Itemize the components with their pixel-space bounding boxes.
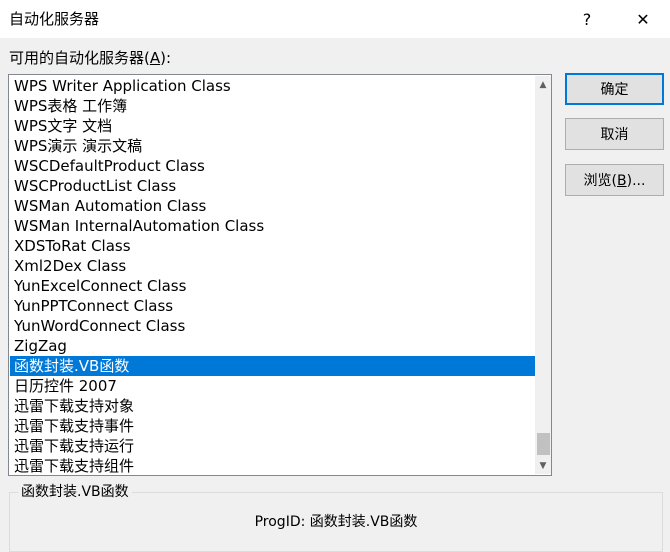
browse-label-prefix: 浏览( [583,173,618,189]
list-item[interactable]: WSMan InternalAutomation Class [10,216,535,236]
scrollbar-thumb[interactable] [537,433,550,455]
ok-button[interactable]: 确定 [565,73,664,105]
details-group: 函数封装.VB函数 ProgID: 函数封装.VB函数 [9,483,663,552]
title-bar: 自动化服务器 ? ✕ [0,0,670,38]
list-item[interactable]: WSCProductList Class [10,176,535,196]
close-icon: ✕ [636,9,650,29]
help-button[interactable]: ? [564,0,610,38]
list-item[interactable]: WPS文字 文档 [10,116,535,136]
list-item[interactable]: YunWordConnect Class [10,316,535,336]
scroll-up-button[interactable]: ▲ [535,76,551,93]
list-item[interactable]: WPS表格 工作簿 [10,96,535,116]
browse-button-label: 浏览(B)... [584,170,646,190]
list-item[interactable]: ZigZag [10,336,535,356]
list-item[interactable]: 迅雷下载支持事件 [10,416,535,436]
list-item[interactable]: 迅雷下载支持组件 [10,456,535,475]
details-group-title: 函数封装.VB函数 [18,483,132,501]
list-item[interactable]: Xml2Dex Class [10,256,535,276]
chevron-down-icon: ▼ [539,460,547,471]
list-item[interactable]: WSMan Automation Class [10,196,535,216]
servers-list-label: 可用的自动化服务器(A): [9,48,171,68]
list-item[interactable]: WPS Writer Application Class [10,76,535,96]
close-button[interactable]: ✕ [620,0,666,38]
list-item[interactable]: 迅雷下载支持运行 [10,436,535,456]
browse-button[interactable]: 浏览(B)... [565,164,664,196]
progid-text: ProgID: 函数封装.VB函数 [254,514,418,530]
browse-label-accel: B [617,173,627,189]
browse-label-suffix: )... [626,173,646,189]
list-item[interactable]: WSCDefaultProduct Class [10,156,535,176]
list-item[interactable]: WPS演示 演示文稿 [10,136,535,156]
servers-list-items: WPS Writer Application Class WPS表格 工作簿 WPS… [10,76,535,475]
list-item[interactable]: 迅雷下载支持对象 [10,396,535,416]
list-item[interactable]: YunExcelConnect Class [10,276,535,296]
vertical-scrollbar[interactable]: ▲ ▼ [535,76,551,474]
servers-list-label-suffix: ): [160,49,172,67]
cancel-button-label: 取消 [600,127,629,143]
cancel-button[interactable]: 取消 [565,118,664,150]
servers-list-label-accel: A [149,49,161,67]
servers-list-label-prefix: 可用的自动化服务器( [9,49,150,67]
list-item[interactable]: 函数封装.VB函数 [10,356,535,376]
scroll-down-button[interactable]: ▼ [535,457,551,474]
help-icon: ? [582,9,592,29]
ok-button-label: 确定 [600,82,629,98]
list-item[interactable]: YunPPTConnect Class [10,296,535,316]
list-item[interactable]: XDSToRat Class [10,236,535,256]
chevron-up-icon: ▲ [539,79,547,90]
window-title: 自动化服务器 [9,10,100,28]
list-item[interactable]: 日历控件 2007 [10,376,535,396]
servers-listbox[interactable]: WPS Writer Application Class WPS表格 工作簿 WPS… [8,74,552,476]
